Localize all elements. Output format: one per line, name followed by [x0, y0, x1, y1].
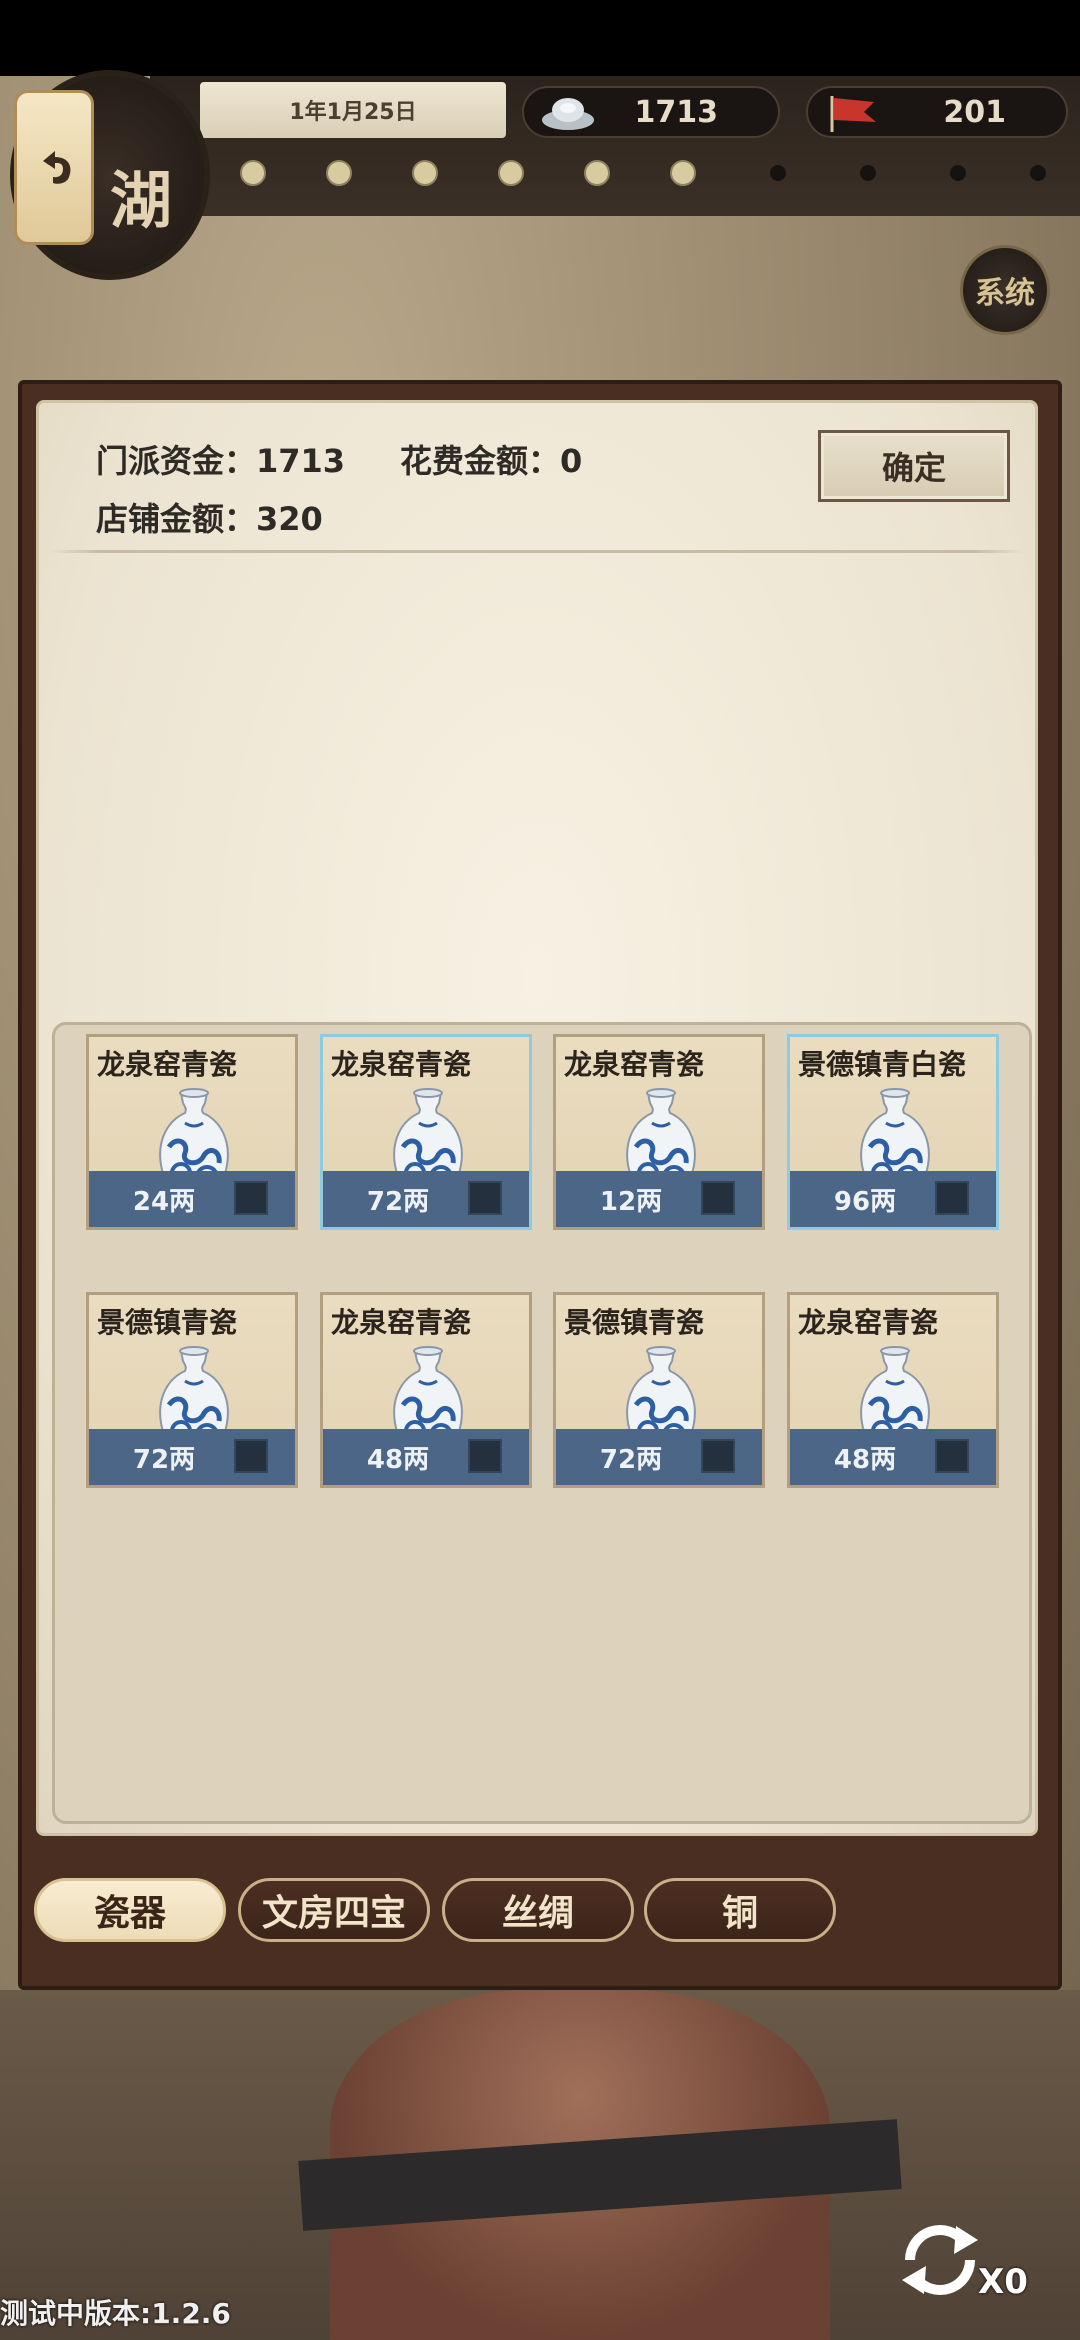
- refresh-count: X0: [978, 2262, 1028, 2302]
- item-footer: 72两: [556, 1429, 762, 1485]
- item-price: 72两: [132, 1445, 196, 1475]
- sect-funds-label: 门派资金：1713: [96, 442, 346, 480]
- day-progress: [240, 160, 1060, 190]
- tab-porcelain[interactable]: 瓷器: [34, 1878, 226, 1942]
- item-name: 景德镇青瓷: [564, 1306, 705, 1339]
- flag-value: 201: [943, 94, 1006, 130]
- item-footer: 96两: [790, 1171, 996, 1227]
- item-checkbox[interactable]: [935, 1181, 969, 1215]
- item-footer: 12两: [556, 1171, 762, 1227]
- flag-counter: 201: [806, 86, 1068, 138]
- item-price: 96两: [833, 1187, 897, 1217]
- progress-dot: [670, 160, 696, 186]
- progress-dot: [240, 160, 266, 186]
- item-footer: 24两: [89, 1171, 295, 1227]
- item-checkbox[interactable]: [234, 1181, 268, 1215]
- progress-dot: [584, 160, 610, 186]
- silver-counter: 1713: [522, 86, 780, 138]
- item-footer: 72两: [89, 1429, 295, 1485]
- progress-dot-empty: [1030, 165, 1046, 181]
- item-card[interactable]: 龙泉窑青瓷 72两: [320, 1034, 532, 1230]
- progress-dot: [498, 160, 524, 186]
- item-name: 龙泉窑青瓷: [798, 1306, 939, 1339]
- silver-value: 1713: [634, 94, 719, 130]
- tab-silk[interactable]: 丝绸: [442, 1878, 634, 1942]
- item-footer: 48两: [323, 1429, 529, 1485]
- refresh-icon[interactable]: [880, 2200, 1000, 2320]
- item-checkbox[interactable]: [468, 1181, 502, 1215]
- back-button[interactable]: [14, 90, 94, 245]
- item-price: 72两: [599, 1445, 663, 1475]
- item-checkbox[interactable]: [234, 1439, 268, 1473]
- item-name: 龙泉窑青瓷: [97, 1048, 238, 1081]
- item-checkbox[interactable]: [701, 1181, 735, 1215]
- progress-dot-empty: [860, 165, 876, 181]
- flag-icon: [830, 96, 876, 132]
- item-footer: 72两: [323, 1171, 529, 1227]
- version-label: 测试中版本:1.2.6: [0, 2297, 231, 2330]
- shop-funds-label: 店铺金额：320: [96, 500, 323, 538]
- date-display: 1年1月25日: [200, 82, 506, 138]
- item-name: 景德镇青白瓷: [798, 1048, 967, 1081]
- item-checkbox[interactable]: [935, 1439, 969, 1473]
- item-card[interactable]: 龙泉窑青瓷 24两: [86, 1034, 298, 1230]
- status-bar: [0, 0, 1080, 76]
- item-name: 龙泉窑青瓷: [331, 1048, 472, 1081]
- item-card[interactable]: 景德镇青瓷 72两: [86, 1292, 298, 1488]
- silver-ingot-icon: [542, 98, 594, 130]
- item-card[interactable]: 龙泉窑青瓷 12两: [553, 1034, 765, 1230]
- item-footer: 48两: [790, 1429, 996, 1485]
- item-card[interactable]: 龙泉窑青瓷 48两: [787, 1292, 999, 1488]
- item-name: 龙泉窑青瓷: [564, 1048, 705, 1081]
- item-card[interactable]: 龙泉窑青瓷 48两: [320, 1292, 532, 1488]
- progress-dot: [326, 160, 352, 186]
- item-price: 24两: [132, 1187, 196, 1217]
- back-arrow-icon: [43, 150, 71, 184]
- item-price: 72两: [366, 1187, 430, 1217]
- tab-stationery[interactable]: 文房四宝: [238, 1878, 430, 1942]
- logo-text: 湖: [110, 164, 173, 237]
- progress-dot-empty: [770, 165, 786, 181]
- item-card[interactable]: 景德镇青白瓷 96两: [787, 1034, 999, 1230]
- item-card[interactable]: 景德镇青瓷 72两: [553, 1292, 765, 1488]
- item-price: 48两: [366, 1445, 430, 1475]
- progress-dot: [412, 160, 438, 186]
- tab-copper[interactable]: 铜: [644, 1878, 836, 1942]
- item-name: 龙泉窑青瓷: [331, 1306, 472, 1339]
- item-price: 48两: [833, 1445, 897, 1475]
- item-checkbox[interactable]: [701, 1439, 735, 1473]
- item-price: 12两: [599, 1187, 663, 1217]
- system-button[interactable]: 系统: [960, 245, 1050, 335]
- item-checkbox[interactable]: [468, 1439, 502, 1473]
- progress-dot-empty: [950, 165, 966, 181]
- spent-amount-label: 花费金额：0: [400, 442, 583, 480]
- item-name: 景德镇青瓷: [97, 1306, 238, 1339]
- divider: [50, 550, 1024, 553]
- confirm-button[interactable]: 确定: [818, 430, 1010, 502]
